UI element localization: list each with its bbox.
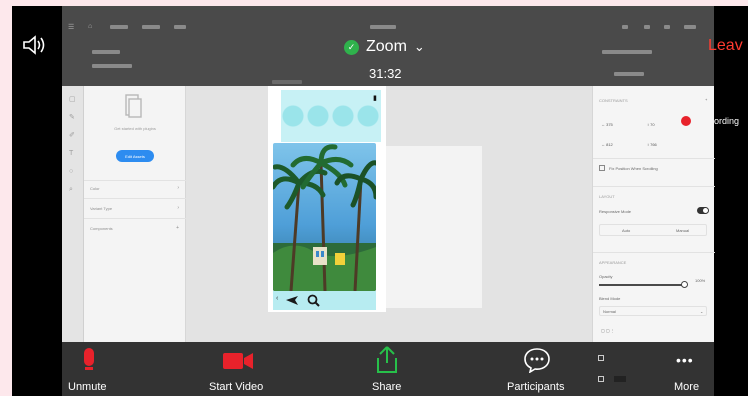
opacity-value[interactable]: 100%: [695, 278, 705, 283]
participants-icon[interactable]: [523, 347, 551, 373]
divider: [593, 186, 715, 187]
unmute-button[interactable]: Unmute: [68, 381, 107, 393]
constraint-right-field[interactable]: ↕ 70: [647, 122, 655, 127]
pages-header: [92, 50, 120, 54]
constraints-add-icon[interactable]: +: [705, 97, 707, 102]
add-variant-icon[interactable]: ›: [177, 205, 179, 211]
constraint-left-field[interactable]: ↔ 375: [601, 122, 613, 127]
divider: [84, 218, 186, 219]
constraint-bottom-field[interactable]: ↕ 766: [647, 142, 657, 147]
design-tools-row[interactable]: [602, 50, 652, 54]
color-swatch[interactable]: [614, 376, 626, 382]
recording-label: ording: [714, 116, 740, 126]
text-tool-icon[interactable]: T: [69, 150, 73, 157]
divider: [593, 158, 715, 159]
menu-icon[interactable]: ☰: [68, 23, 74, 31]
start-video-button[interactable]: Start Video: [209, 381, 263, 393]
mode-segmented-control: Auto Manual: [599, 224, 707, 236]
opacity-label: Opacity: [599, 274, 613, 279]
blend-mode-select[interactable]: Normal ⌄: [599, 306, 707, 316]
tab-prototype[interactable]: [142, 25, 160, 29]
responsive-mode-label: Responsive Mode: [599, 209, 632, 214]
background-edge: [0, 0, 12, 396]
video-off-icon[interactable]: [222, 351, 254, 371]
battery-icon: ▮: [373, 95, 377, 102]
more-dots-icon[interactable]: •••: [676, 352, 694, 368]
figma-left-panel: Get started with plugins Edit Assets Col…: [84, 86, 186, 342]
plane-icon[interactable]: [285, 294, 299, 307]
leave-button[interactable]: Leav: [708, 37, 743, 55]
pencil-tool-icon[interactable]: ✐: [69, 132, 75, 139]
opacity-slider-thumb[interactable]: [681, 281, 688, 288]
add-component-icon[interactable]: +: [176, 225, 179, 231]
file-name: [370, 25, 396, 29]
secondary-frame[interactable]: [386, 146, 482, 308]
frame-tool-icon[interactable]: ▢: [69, 96, 76, 103]
pen-tool-icon[interactable]: ✎: [69, 114, 75, 121]
zoom-right-edge: [716, 6, 748, 396]
plugin-empty-illustration: [125, 94, 142, 118]
divider: [84, 198, 186, 199]
page-item[interactable]: [92, 64, 132, 68]
chevron-down-icon: ⌄: [700, 309, 704, 314]
appearance-icons[interactable]: ▢ ▢ ⋮: [601, 328, 615, 333]
blend-mode-label: Blend Mode: [599, 296, 621, 301]
share-screen-icon[interactable]: [374, 345, 400, 375]
figma-tool-strip: ▢ ✎ ✐ T ○ ⌕: [62, 86, 84, 342]
toolbar-icon-3[interactable]: [664, 25, 670, 29]
divider: [84, 180, 186, 181]
chevron-down-icon[interactable]: ⌄: [414, 39, 425, 55]
fix-position-checkbox[interactable]: [599, 165, 605, 171]
tab-design[interactable]: [110, 25, 128, 29]
add-color-icon[interactable]: ›: [177, 185, 179, 191]
hand-tool-icon[interactable]: ○: [69, 168, 73, 175]
speaker-icon[interactable]: [22, 34, 48, 56]
zoom-tool-icon[interactable]: ⌕: [69, 186, 73, 193]
edit-assets-button[interactable]: Edit Assets: [116, 150, 154, 162]
microphone-muted-icon[interactable]: [82, 347, 96, 373]
back-icon[interactable]: ‹: [276, 295, 278, 302]
fix-position-label: Fix Position When Scrolling: [609, 166, 658, 171]
zoom-level-control[interactable]: [684, 25, 696, 29]
opacity-slider[interactable]: [599, 284, 685, 286]
zoom-title-text: Zoom: [366, 38, 407, 55]
plugins-empty-text: Get started with plugins: [114, 126, 156, 131]
frame-name-row: [614, 72, 644, 76]
divider: [593, 252, 715, 253]
layer-checkbox-1[interactable]: [598, 355, 604, 361]
manual-button[interactable]: Manual: [676, 228, 689, 233]
more-button[interactable]: More: [674, 381, 699, 393]
section-appearance: APPEARANCE: [599, 260, 627, 265]
constraint-top-field[interactable]: ↔ 812: [601, 142, 613, 147]
zoom-meeting-title[interactable]: ✓ Zoom ⌄: [344, 35, 425, 59]
meeting-timer: 31:32: [369, 66, 402, 81]
section-components[interactable]: Components: [90, 226, 113, 231]
section-layout: LAYOUT: [599, 194, 615, 199]
auto-button[interactable]: Auto: [622, 228, 630, 233]
layer-checkbox-2[interactable]: [598, 376, 604, 382]
section-variant-type[interactable]: Variant Type: [90, 206, 112, 211]
search-icon[interactable]: [307, 294, 320, 307]
share-button[interactable]: Share: [372, 381, 401, 393]
tab-inspect[interactable]: [174, 25, 186, 29]
participants-button[interactable]: Participants: [507, 381, 564, 393]
palm-tree-photo: [273, 143, 376, 291]
blend-mode-value: Normal: [603, 309, 616, 314]
responsive-mode-toggle[interactable]: [697, 207, 709, 214]
screenshot: ☰ ⌂ ▢ ✎ ✐ T ○ ⌕ Get started with plugins…: [0, 0, 748, 396]
phone-bottom-bar: ‹: [273, 291, 376, 310]
figma-right-panel: CONSTRAINTS + ↔ 375 ↕ 70 ↔ 812 ↕ 766 Fix…: [592, 86, 715, 342]
frame-label: [272, 80, 302, 84]
constraint-indicator-icon[interactable]: [681, 116, 691, 126]
toolbar-icon-2[interactable]: [644, 25, 650, 29]
section-constraints: CONSTRAINTS: [599, 98, 628, 103]
toolbar-icon-1[interactable]: [622, 25, 628, 29]
phone-header-pattern: [281, 90, 381, 142]
home-icon[interactable]: ⌂: [88, 23, 92, 30]
section-color[interactable]: Color: [90, 186, 100, 191]
encryption-shield-icon[interactable]: ✓: [344, 39, 359, 55]
